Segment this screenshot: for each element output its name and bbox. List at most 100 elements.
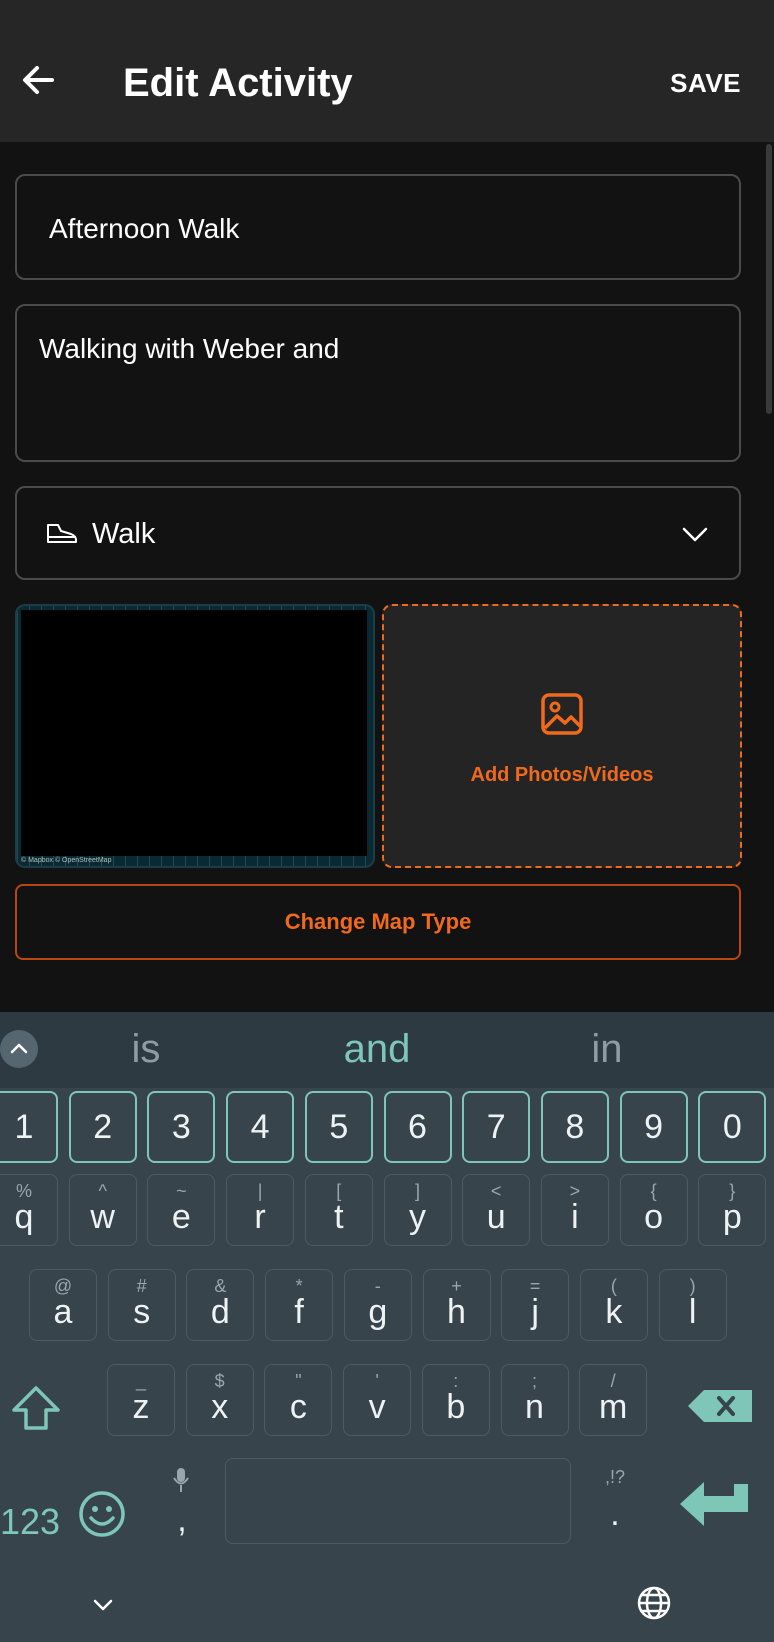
keyboard-key[interactable]: 3 — [147, 1091, 216, 1163]
add-photos-button[interactable]: Add Photos/Videos — [382, 604, 742, 868]
symbols-key[interactable]: 123 — [0, 1502, 60, 1542]
key-label: i — [571, 1198, 579, 1236]
key-label: 2 — [93, 1108, 113, 1146]
keyboard-key[interactable]: ' v — [343, 1364, 412, 1436]
description-value: Walking with Weber and — [39, 333, 340, 364]
key-label: 6 — [408, 1108, 427, 1146]
keyboard-key[interactable]: " c — [264, 1364, 333, 1436]
key-label: s — [133, 1293, 151, 1331]
keyboard-key[interactable]: -g — [343, 1269, 412, 1341]
keyboard-key[interactable]: [t — [304, 1174, 373, 1246]
keyboard-key[interactable]: + h — [422, 1269, 491, 1341]
key-label: l — [688, 1293, 697, 1331]
backspace-icon[interactable] — [686, 1388, 754, 1424]
key-label: k — [605, 1293, 623, 1331]
key-label: q — [14, 1198, 34, 1236]
spacebar[interactable] — [225, 1458, 571, 1544]
key-label: c — [289, 1388, 307, 1426]
save-button[interactable]: SAVE — [670, 66, 741, 100]
key-label: 1 — [14, 1108, 34, 1146]
sport-type-value: Walk — [92, 518, 156, 550]
keyboard-key[interactable]: 9 — [619, 1091, 688, 1163]
keyboard-key[interactable]: $ x — [185, 1364, 254, 1436]
sport-type-dropdown[interactable]: Walk — [15, 486, 741, 580]
shift-icon[interactable] — [10, 1384, 62, 1432]
suggestion-right[interactable]: in — [537, 1026, 677, 1072]
keyboard-key[interactable]: 0 — [698, 1091, 767, 1163]
key-label: a — [53, 1293, 73, 1331]
keyboard-key[interactable]: _ z — [107, 1364, 175, 1436]
chevron-up-icon — [10, 1043, 28, 1054]
keyboard-key[interactable]: ~ e — [147, 1174, 216, 1246]
key-label: j — [531, 1293, 539, 1331]
map-preview[interactable]: © Mapbox © OpenStreetMap — [15, 604, 375, 868]
key-label: w — [90, 1198, 115, 1236]
key-label: h — [447, 1293, 466, 1331]
keyboard-key[interactable]: % q — [0, 1174, 58, 1246]
suggestion-center[interactable]: and — [307, 1026, 447, 1072]
keyboard-key[interactable]: | r — [226, 1174, 295, 1246]
key-label: b — [446, 1388, 466, 1426]
keyboard-key[interactable]: :b — [421, 1364, 490, 1436]
activity-name-input[interactable]: Afternoon Walk — [15, 174, 741, 280]
keyboard-key[interactable]: 6 — [383, 1091, 452, 1163]
chevron-down-icon — [682, 527, 708, 542]
globe-icon[interactable] — [637, 1586, 671, 1620]
back-arrow-icon[interactable] — [18, 60, 58, 100]
keyboard-key[interactable]: > i — [540, 1174, 609, 1246]
keyboard-key[interactable]: 4 — [226, 1091, 295, 1163]
suggestion-left[interactable]: is — [76, 1026, 216, 1072]
key-label: r — [254, 1198, 266, 1236]
key-label: 0 — [722, 1108, 742, 1146]
keyboard-key[interactable]: * f — [265, 1269, 334, 1341]
keyboard-key[interactable]: = j — [501, 1269, 570, 1341]
image-icon — [541, 693, 583, 735]
keyboard-key[interactable]: 2 — [68, 1091, 137, 1163]
keyboard-key[interactable]: ; n — [500, 1364, 569, 1436]
key-label: 9 — [644, 1108, 664, 1146]
keyboard-key[interactable]: (k — [579, 1269, 648, 1341]
key-label: e — [171, 1198, 191, 1236]
key-label: 7 — [486, 1108, 506, 1146]
enter-icon[interactable] — [678, 1482, 750, 1528]
keyboard-key[interactable]: ^ w — [68, 1174, 137, 1246]
keyboard-key[interactable]: } p — [698, 1174, 767, 1246]
key-label: 3 — [171, 1108, 191, 1146]
add-photos-label: Add Photos/Videos — [470, 764, 654, 786]
edit-form: Afternoon Walk Walking with Weber and Wa… — [0, 142, 774, 1012]
keyboard-key[interactable]: 5 — [304, 1091, 373, 1163]
keyboard-key[interactable]: @ a — [29, 1269, 97, 1341]
microphone-icon — [173, 1468, 189, 1492]
scrollbar[interactable] — [766, 144, 772, 414]
key-label: z — [132, 1388, 150, 1426]
comma-key[interactable]: , — [160, 1502, 204, 1538]
keyboard-key[interactable]: & d — [186, 1269, 255, 1341]
description-input[interactable]: Walking with Weber and — [15, 304, 741, 462]
keyboard-key[interactable]: ) l — [658, 1269, 727, 1341]
key-label: 4 — [250, 1108, 270, 1146]
keyboard-key[interactable]: 7 — [462, 1091, 531, 1163]
key-label: v — [368, 1388, 386, 1426]
shoe-icon — [47, 524, 77, 543]
keyboard-key[interactable]: {o — [619, 1174, 688, 1246]
map-image — [21, 610, 367, 856]
key-label: u — [486, 1198, 506, 1236]
keyboard-key[interactable]: # s — [107, 1269, 176, 1341]
key-label: n — [525, 1388, 544, 1426]
keyboard-key[interactable]: / m — [579, 1364, 648, 1436]
soft-keyboard: is and in 1 2 3 4 5 6 7 8 9 0% q ^ w ~ e | r[t] y < u > i{o} p… — [0, 1012, 774, 1642]
key-label: o — [644, 1198, 664, 1236]
change-map-type-button[interactable]: Change Map Type — [15, 884, 741, 960]
period-key[interactable]: . — [590, 1496, 640, 1532]
keyboard-key[interactable]: 8 — [540, 1091, 609, 1163]
key-label: t — [334, 1198, 344, 1236]
hide-keyboard-icon[interactable] — [92, 1598, 114, 1612]
keyboard-key[interactable]: 1 — [0, 1091, 58, 1163]
keyboard-key[interactable]: ] y — [383, 1174, 452, 1246]
key-label: 5 — [329, 1108, 349, 1146]
emoji-icon[interactable] — [78, 1490, 126, 1538]
expand-toolbar-button[interactable] — [0, 1030, 38, 1068]
keyboard-key[interactable]: < u — [462, 1174, 531, 1246]
key-label: g — [368, 1293, 388, 1331]
key-label: d — [210, 1293, 230, 1331]
